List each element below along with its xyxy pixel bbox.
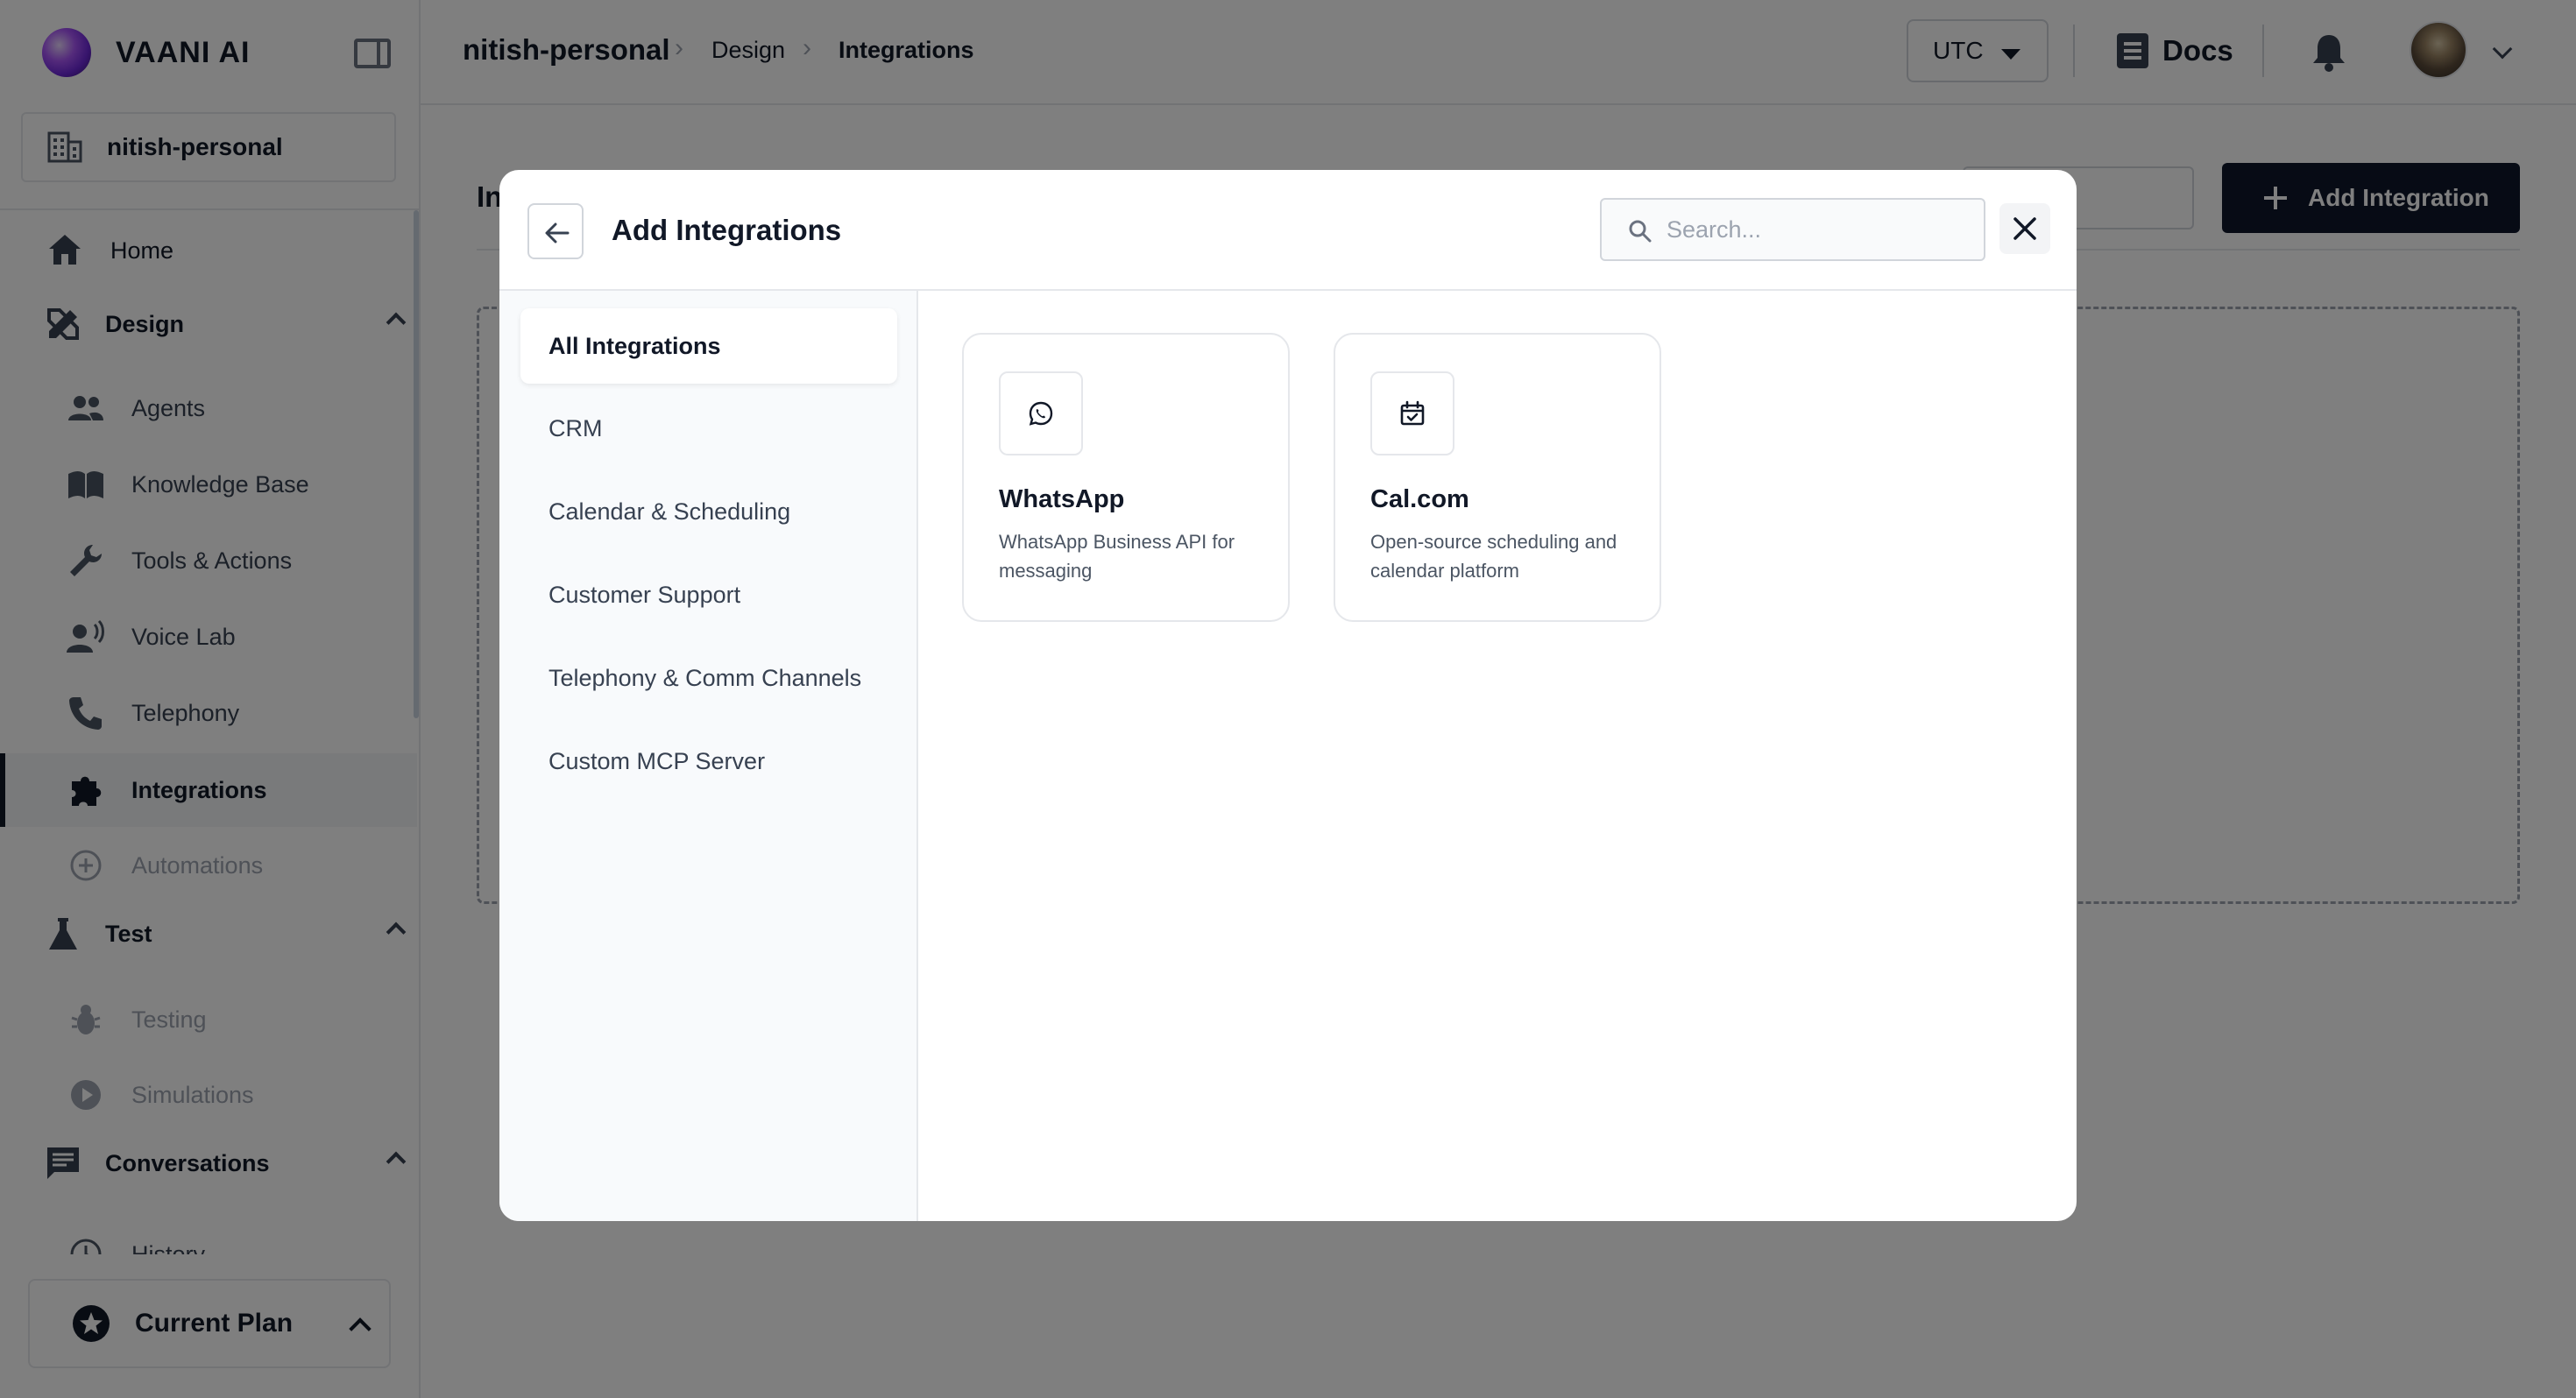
modal-search[interactable]	[1600, 198, 1985, 261]
category-custom-mcp-server[interactable]: Custom MCP Server	[520, 724, 897, 799]
whatsapp-icon	[1029, 401, 1053, 426]
category-crm[interactable]: CRM	[520, 391, 897, 466]
search-icon	[1629, 220, 1652, 243]
close-icon	[2013, 217, 2036, 240]
category-list: All Integrations CRM Calendar & Scheduli…	[499, 291, 918, 1221]
integration-name: WhatsApp	[999, 485, 1125, 513]
integration-card-cal-com[interactable]: Cal.com Open-source scheduling and calen…	[1334, 333, 1661, 622]
integration-card-whatsapp[interactable]: WhatsApp WhatsApp Business API for messa…	[962, 333, 1290, 622]
category-customer-support[interactable]: Customer Support	[520, 557, 897, 632]
integration-description: Open-source scheduling and calendar plat…	[1370, 531, 1617, 582]
integration-icon-box	[1370, 371, 1454, 455]
add-integrations-modal: Add Integrations All Integrations CRM Ca…	[499, 170, 2077, 1221]
calendar-check-icon	[1400, 400, 1425, 426]
close-button[interactable]	[1999, 203, 2050, 254]
modal-header: Add Integrations	[499, 170, 2077, 291]
integration-name: Cal.com	[1370, 485, 1469, 513]
category-telephony-comm-channels[interactable]: Telephony & Comm Channels	[520, 640, 897, 716]
category-all-integrations[interactable]: All Integrations	[520, 308, 897, 384]
category-calendar-scheduling[interactable]: Calendar & Scheduling	[520, 474, 897, 549]
modal-search-input[interactable]	[1667, 212, 1964, 247]
integration-icon-box	[999, 371, 1083, 455]
back-button[interactable]	[527, 203, 584, 259]
integration-description: WhatsApp Business API for messaging	[999, 531, 1235, 582]
modal-title: Add Integrations	[612, 214, 842, 246]
arrow-left-icon	[545, 222, 570, 244]
